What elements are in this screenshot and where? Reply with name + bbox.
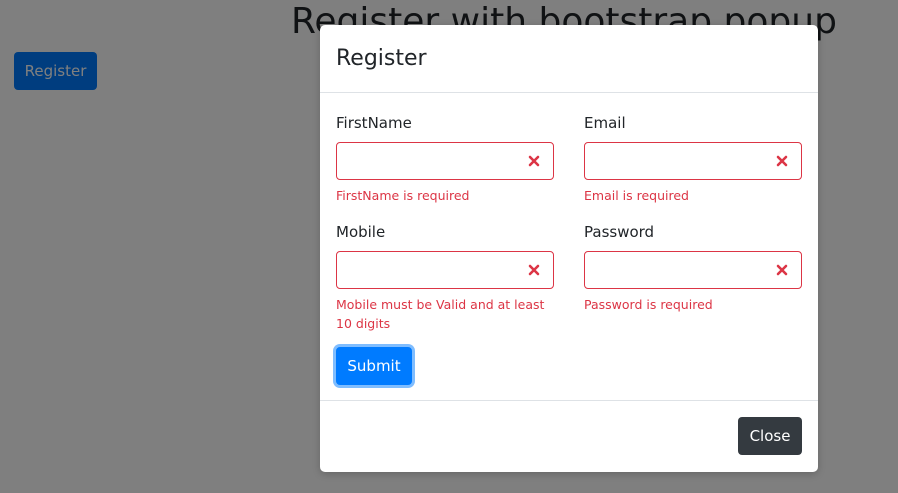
mobile-input-wrapper[interactable] <box>336 251 554 289</box>
mobile-group: Mobile Mobile must be Valid and at least… <box>336 222 554 333</box>
error-x-icon <box>776 155 788 167</box>
email-input-wrapper[interactable] <box>584 142 802 180</box>
password-group: Password Password is required <box>584 222 802 314</box>
mobile-label: Mobile <box>336 223 386 241</box>
firstname-input[interactable] <box>347 144 531 180</box>
modal-title: Register <box>336 46 427 71</box>
modal-body: FirstName FirstName is required Email Em… <box>320 93 818 401</box>
error-x-icon <box>528 155 540 167</box>
email-error: Email is required <box>584 188 689 203</box>
firstname-input-wrapper[interactable] <box>336 142 554 180</box>
modal-header: Register <box>320 25 818 93</box>
firstname-group: FirstName FirstName is required <box>336 113 554 205</box>
mobile-error: Mobile must be Valid and at least 10 dig… <box>336 297 545 331</box>
firstname-label: FirstName <box>336 114 412 132</box>
modal-footer: Close <box>320 401 818 471</box>
email-label: Email <box>584 114 626 132</box>
password-input[interactable] <box>595 253 779 289</box>
password-label: Password <box>584 223 655 241</box>
mobile-input[interactable] <box>347 253 531 289</box>
password-error: Password is required <box>584 297 713 312</box>
email-group: Email Email is required <box>584 113 802 205</box>
submit-button[interactable]: Submit <box>336 347 412 385</box>
error-x-icon <box>528 264 540 276</box>
password-input-wrapper[interactable] <box>584 251 802 289</box>
email-input[interactable] <box>595 144 779 180</box>
error-x-icon <box>776 264 788 276</box>
register-modal: Register FirstName FirstName is required… <box>320 25 818 472</box>
close-button[interactable]: Close <box>738 417 802 455</box>
firstname-error: FirstName is required <box>336 188 470 203</box>
